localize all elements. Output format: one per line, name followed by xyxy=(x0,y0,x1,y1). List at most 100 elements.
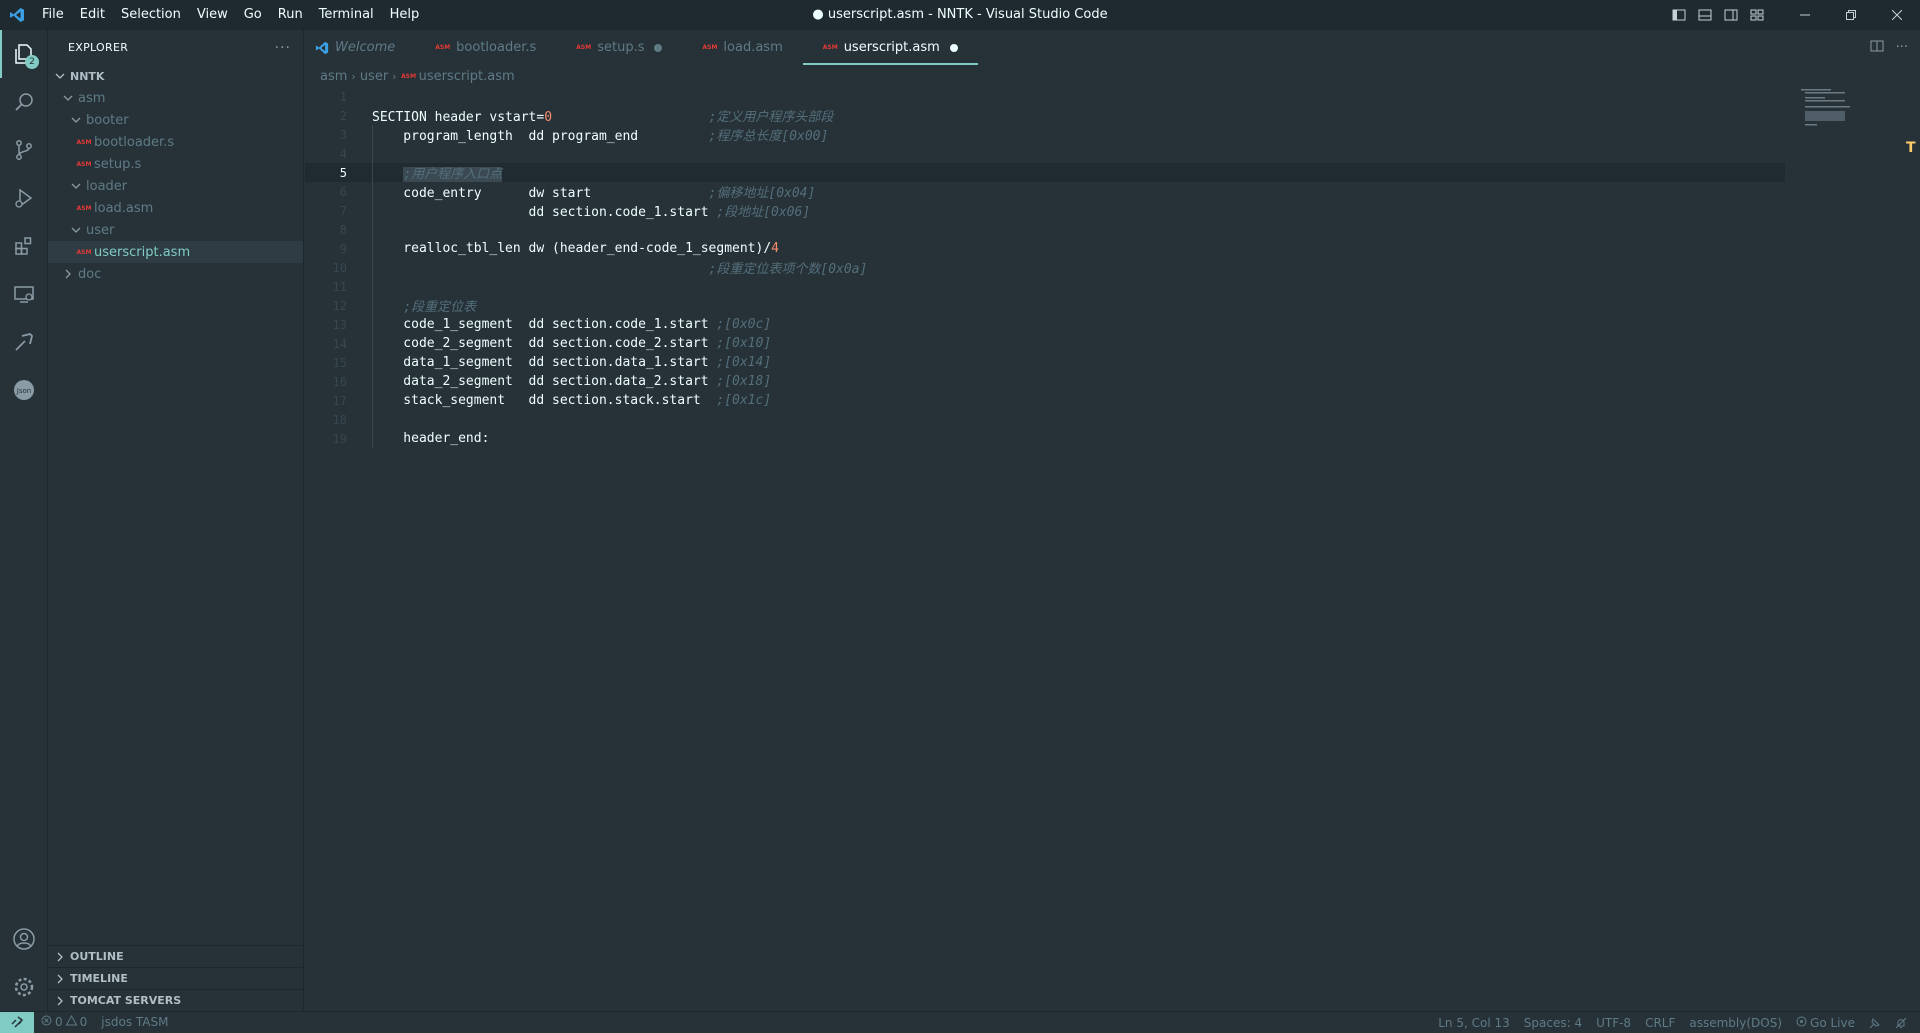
breadcrumb-asm[interactable]: asm xyxy=(320,69,347,84)
tab-setup-s[interactable]: ASM setup.s xyxy=(556,30,682,65)
menu-edit[interactable]: Edit xyxy=(72,0,113,30)
line-content: SECTION header vstart=0 ;定义用户程序头部段 xyxy=(372,106,833,125)
vscode-logo-icon[interactable] xyxy=(0,0,34,30)
panel-timeline[interactable]: TIMELINE xyxy=(48,967,304,989)
line-content: dd section.code_1.start ;段地址[0x06] xyxy=(372,201,811,220)
toggle-primary-sidebar-icon[interactable] xyxy=(1666,0,1692,30)
more-actions-icon[interactable]: ··· xyxy=(275,40,291,56)
tree-file[interactable]: ASM load.asm xyxy=(48,197,303,219)
editor-more-icon[interactable]: ··· xyxy=(1896,40,1908,55)
tree-file[interactable]: ASM bootloader.s xyxy=(48,131,303,153)
code-comment: ;[0x14] xyxy=(716,355,772,370)
manage-gear-icon[interactable] xyxy=(0,963,48,1011)
tab-welcome[interactable]: Welcome xyxy=(305,30,415,65)
code-line[interactable]: 8 xyxy=(305,220,1785,239)
panel-outline[interactable]: OUTLINE xyxy=(48,945,304,967)
line-number: 3 xyxy=(339,127,347,142)
menu-terminal[interactable]: Terminal xyxy=(311,0,382,30)
breadcrumb-file[interactable]: userscript.asm xyxy=(419,69,515,84)
code-line[interactable]: 11 xyxy=(305,277,1785,296)
indentation[interactable]: Spaces: 4 xyxy=(1517,1016,1589,1030)
go-live-button[interactable]: Go Live xyxy=(1789,1016,1862,1030)
encoding[interactable]: UTF-8 xyxy=(1589,1016,1638,1030)
build-tools-icon[interactable] xyxy=(0,318,48,366)
menu-go[interactable]: Go xyxy=(236,0,270,30)
end-of-line[interactable]: CRLF xyxy=(1638,1016,1682,1030)
code-line[interactable]: 5 ;用户程序入口点 xyxy=(305,163,1785,182)
sidebar-title: EXPLORER xyxy=(68,41,129,54)
code-line[interactable]: 2 SECTION header vstart=0 ;定义用户程序头部段 xyxy=(305,106,1785,126)
menu-run[interactable]: Run xyxy=(270,0,311,30)
cursor-position[interactable]: Ln 5, Col 13 xyxy=(1431,1016,1517,1030)
json-icon[interactable]: Json xyxy=(0,366,48,414)
code-text: code_entry dw start xyxy=(372,186,709,201)
tree-file[interactable]: ASM setup.s xyxy=(48,153,303,175)
tasm-status[interactable]: jsdos TASM xyxy=(94,1015,175,1029)
code-line[interactable]: 15 data_1_segment dd section.data_1.star… xyxy=(305,353,1785,372)
code-line[interactable]: 17 stack_segment dd section.stack.start … xyxy=(305,391,1785,410)
code-line[interactable]: 18 xyxy=(305,410,1785,429)
extensions-icon[interactable] xyxy=(0,222,48,270)
tab-label: bootloader.s xyxy=(456,40,537,55)
code-line[interactable]: 6 code_entry dw start ;偏移地址[0x04] xyxy=(305,182,1785,202)
code-line[interactable]: 19 header_end: xyxy=(305,429,1785,448)
tree-folder-loader[interactable]: loader xyxy=(48,175,303,197)
problems-indicator[interactable]: 0 0 xyxy=(34,1014,94,1029)
chevron-down-icon xyxy=(68,222,84,238)
asm-icon: ASM xyxy=(702,44,718,51)
split-editor-icon[interactable] xyxy=(1870,39,1884,57)
tree-root[interactable]: NNTK xyxy=(48,65,303,87)
close-icon[interactable] xyxy=(1874,0,1920,30)
code-line[interactable]: 10 ;段重定位表项个数[0x0a] xyxy=(305,258,1785,278)
run-debug-icon[interactable] xyxy=(0,174,48,222)
tree-folder-user[interactable]: user xyxy=(48,219,303,241)
restore-icon[interactable] xyxy=(1828,0,1874,30)
title-bar: File Edit Selection View Go Run Terminal… xyxy=(0,0,1920,30)
code-line[interactable]: 7 dd section.code_1.start ;段地址[0x06] xyxy=(305,201,1785,221)
breadcrumb-user[interactable]: user xyxy=(360,69,388,84)
explorer-icon[interactable]: 2 xyxy=(0,30,48,78)
customize-layout-icon[interactable] xyxy=(1744,0,1770,30)
notifications-bell-icon[interactable] xyxy=(1888,1017,1914,1029)
code-line[interactable]: 1 xyxy=(305,87,1785,106)
code-line[interactable]: 14 code_2_segment dd section.code_2.star… xyxy=(305,334,1785,353)
unsaved-dot-icon[interactable] xyxy=(654,43,663,52)
tab-bootloader-s[interactable]: ASM bootloader.s xyxy=(415,30,556,65)
remote-indicator-icon[interactable] xyxy=(0,1011,34,1033)
code-line[interactable]: 9 realloc_tbl_len dw (header_end-code_1_… xyxy=(305,239,1785,258)
menu-file[interactable]: File xyxy=(34,0,72,30)
minimap[interactable] xyxy=(1795,87,1875,147)
tab-label: userscript.asm xyxy=(843,40,940,55)
toggle-panel-icon[interactable] xyxy=(1692,0,1718,30)
panel-tomcat-servers[interactable]: TOMCAT SERVERS xyxy=(48,989,304,1011)
code-line[interactable]: 12 ;段重定位表 xyxy=(305,296,1785,316)
tree-folder-booter[interactable]: booter xyxy=(48,109,303,131)
feedback-icon[interactable] xyxy=(1862,1017,1888,1029)
code-line[interactable]: 3 program_length dd program_end ;程序总长度[0… xyxy=(305,125,1785,145)
toggle-secondary-sidebar-icon[interactable] xyxy=(1718,0,1744,30)
line-number: 11 xyxy=(332,279,347,294)
language-mode[interactable]: assembly(DOS) xyxy=(1682,1016,1789,1030)
menu-selection[interactable]: Selection xyxy=(113,0,189,30)
search-icon[interactable] xyxy=(0,78,48,126)
tree-folder-doc[interactable]: doc xyxy=(48,263,303,285)
code-editor[interactable]: 1 2 SECTION header vstart=0 ;定义用户程序头部段 3 pr… xyxy=(305,87,1785,448)
tab-load-asm[interactable]: ASM load.asm xyxy=(682,30,802,65)
remote-explorer-icon[interactable] xyxy=(0,270,48,318)
source-control-icon[interactable] xyxy=(0,126,48,174)
tree-file[interactable]: ASM userscript.asm xyxy=(48,241,303,263)
tab-userscript-asm[interactable]: ASM userscript.asm xyxy=(802,30,978,65)
code-line[interactable]: 13 code_1_segment dd section.code_1.star… xyxy=(305,315,1785,334)
code-line[interactable]: 16 data_2_segment dd section.data_2.star… xyxy=(305,372,1785,391)
asm-icon: ASM xyxy=(576,44,592,51)
menu-help[interactable]: Help xyxy=(382,0,428,30)
minimize-icon[interactable] xyxy=(1782,0,1828,30)
tree-folder-asm[interactable]: asm xyxy=(48,87,303,109)
line-content: data_1_segment dd section.data_1.start ;… xyxy=(372,355,771,370)
menu-view[interactable]: View xyxy=(189,0,236,30)
code-line[interactable]: 4 xyxy=(305,144,1785,163)
accounts-icon[interactable] xyxy=(0,915,48,963)
unsaved-dot-icon[interactable] xyxy=(949,43,958,52)
line-content: realloc_tbl_len dw (header_end-code_1_se… xyxy=(372,241,779,256)
